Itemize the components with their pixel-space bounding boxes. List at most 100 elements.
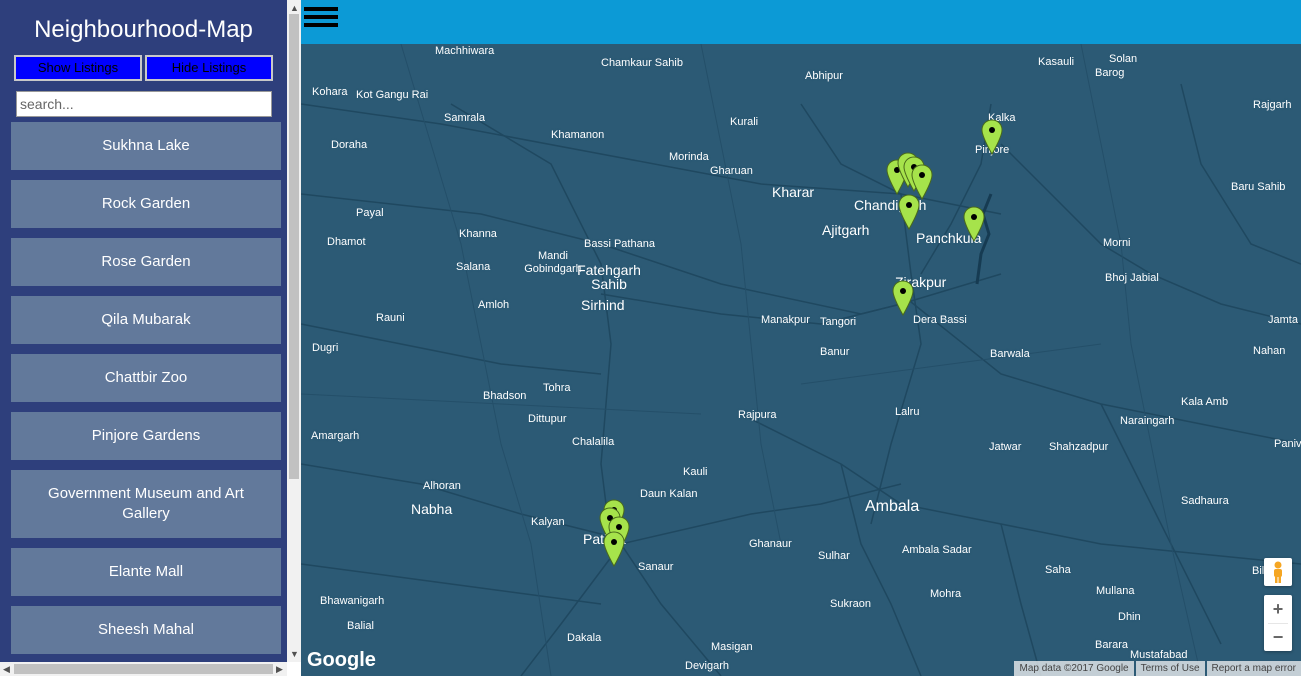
place-label: Manakpur (761, 314, 810, 326)
list-item[interactable]: Qila Mubarak (11, 296, 281, 344)
place-label: Tohra (543, 382, 571, 394)
place-label: Bhawanigarh (320, 595, 385, 607)
place-label: Solan (1109, 53, 1138, 65)
app-title: Neighbourhood-Map (34, 16, 253, 43)
place-label: Sadhaura (1181, 495, 1229, 507)
place-label: Jamta (1268, 314, 1298, 326)
map-marker-icon[interactable] (963, 206, 985, 242)
place-label: Balial (347, 620, 374, 632)
map[interactable]: Machhiwara Chamkaur Sahib Abhipur Kasaul… (301, 44, 1301, 676)
scroll-right-arrow-icon[interactable]: ▶ (276, 664, 283, 674)
place-label: Jatwar (989, 441, 1022, 453)
map-marker-icon[interactable] (892, 280, 914, 316)
place-label: Ambala (865, 498, 920, 515)
hide-listings-button[interactable]: Hide Listings (145, 55, 273, 81)
place-label: Dhamot (327, 236, 366, 248)
list-item[interactable]: Rose Garden (11, 238, 281, 286)
place-label: Kohara (312, 86, 348, 98)
place-label: Samrala (444, 112, 485, 124)
list-item[interactable]: Rock Garden (11, 180, 281, 228)
place-label: Sulhar (818, 550, 850, 562)
place-label: Tangori (820, 316, 857, 328)
place-label: Rajpura (738, 409, 777, 421)
place-label: Sukraon (830, 598, 871, 610)
sidebar: Neighbourhood-Map Show Listings Hide Lis… (0, 0, 301, 676)
zoom-control: + − (1264, 595, 1292, 651)
vertical-scrollbar[interactable]: ▲ ▼ (287, 0, 301, 662)
place-label: Ajitgarh (822, 222, 870, 238)
road-network (301, 44, 1301, 676)
place-label: Banur (820, 346, 850, 358)
scroll-up-arrow-icon[interactable]: ▲ (290, 3, 299, 13)
place-label: Khanna (459, 228, 497, 240)
show-listings-button[interactable]: Show Listings (14, 55, 142, 81)
zoom-out-button[interactable]: − (1264, 623, 1292, 651)
terms-of-use-link[interactable]: Terms of Use (1135, 661, 1205, 676)
hamburger-icon[interactable] (304, 7, 338, 33)
pegman-icon[interactable] (1264, 558, 1292, 586)
list-item[interactable]: Chattbir Zoo (11, 354, 281, 402)
horizontal-scroll-thumb[interactable] (14, 664, 273, 674)
place-label: Mullana (1096, 585, 1135, 597)
sidebar-panel: Neighbourhood-Map Show Listings Hide Lis… (0, 0, 287, 662)
place-label: Sirhind (581, 297, 625, 313)
place-label: Ghanaur (749, 538, 792, 550)
place-label: Chalalila (572, 436, 615, 448)
list-item[interactable]: Pinjore Gardens (11, 412, 281, 460)
place-label: Panivala (1274, 438, 1301, 450)
place-label: Nabha (411, 501, 453, 517)
map-attribution: Map data ©2017 Google Terms of Use Repor… (1012, 661, 1301, 676)
place-label: Sanaur (638, 561, 674, 573)
place-label: Dhin (1118, 611, 1141, 623)
place-label: Machhiwara (435, 45, 495, 57)
list-item[interactable]: Elante Mall (11, 548, 281, 596)
search-input[interactable] (16, 91, 272, 117)
map-marker-icon[interactable] (981, 119, 1003, 155)
place-label: Dittupur (528, 413, 567, 425)
place-label: Chamkaur Sahib (601, 57, 683, 69)
place-label: Bhadson (483, 390, 527, 402)
place-label: Morni (1103, 237, 1131, 249)
list-item[interactable]: Sukhna Lake (11, 122, 281, 170)
place-label: Kasauli (1038, 56, 1075, 68)
map-data-credit: Map data ©2017 Google (1014, 661, 1134, 676)
place-label: Barog (1095, 67, 1125, 79)
place-label: Gharuan (710, 165, 753, 177)
place-label: Amloh (478, 299, 510, 311)
place-label: Amargarh (311, 430, 360, 442)
place-label: Rauni (376, 312, 405, 324)
map-marker-icon[interactable] (603, 531, 625, 567)
place-label: Kharar (772, 184, 815, 200)
report-map-error-link[interactable]: Report a map error (1206, 661, 1301, 676)
place-label: Lalru (895, 406, 920, 418)
place-label: Khamanon (551, 129, 605, 141)
place-label: Barara (1095, 639, 1129, 651)
place-label: Kurali (730, 116, 759, 128)
place-label: Salana (456, 261, 491, 273)
place-label: Naraingarh (1120, 415, 1175, 427)
place-label: Saha (1045, 564, 1071, 576)
zoom-in-button[interactable]: + (1264, 595, 1292, 623)
place-label: Kot Gangu Rai (356, 89, 429, 101)
scroll-down-arrow-icon[interactable]: ▼ (290, 649, 299, 659)
place-label: Morinda (669, 151, 709, 163)
place-label: Daun Kalan (640, 488, 698, 500)
place-label: Payal (356, 207, 384, 219)
place-label: Alhoran (423, 480, 461, 492)
horizontal-scrollbar[interactable]: ◀ ▶ (0, 662, 287, 676)
place-label: Doraha (331, 139, 368, 151)
place-label: Mustafabad (1130, 649, 1188, 661)
place-label: Rajgarh (1253, 99, 1292, 111)
place-label: Barwala (990, 348, 1030, 360)
place-label: Nahan (1253, 345, 1286, 357)
place-label: Fatehgarh Sahib (577, 262, 641, 292)
place-label: Abhipur (805, 70, 843, 82)
list-item[interactable]: Government Museum and Art Gallery (11, 470, 281, 538)
place-label: Devigarh (685, 660, 730, 672)
map-marker-icon[interactable] (898, 194, 920, 230)
list-item[interactable]: Sheesh Mahal (11, 606, 281, 654)
place-label: Dakala (567, 632, 602, 644)
vertical-scroll-thumb[interactable] (289, 14, 299, 479)
scroll-left-arrow-icon[interactable]: ◀ (3, 664, 10, 674)
place-label: Kauli (683, 466, 708, 478)
